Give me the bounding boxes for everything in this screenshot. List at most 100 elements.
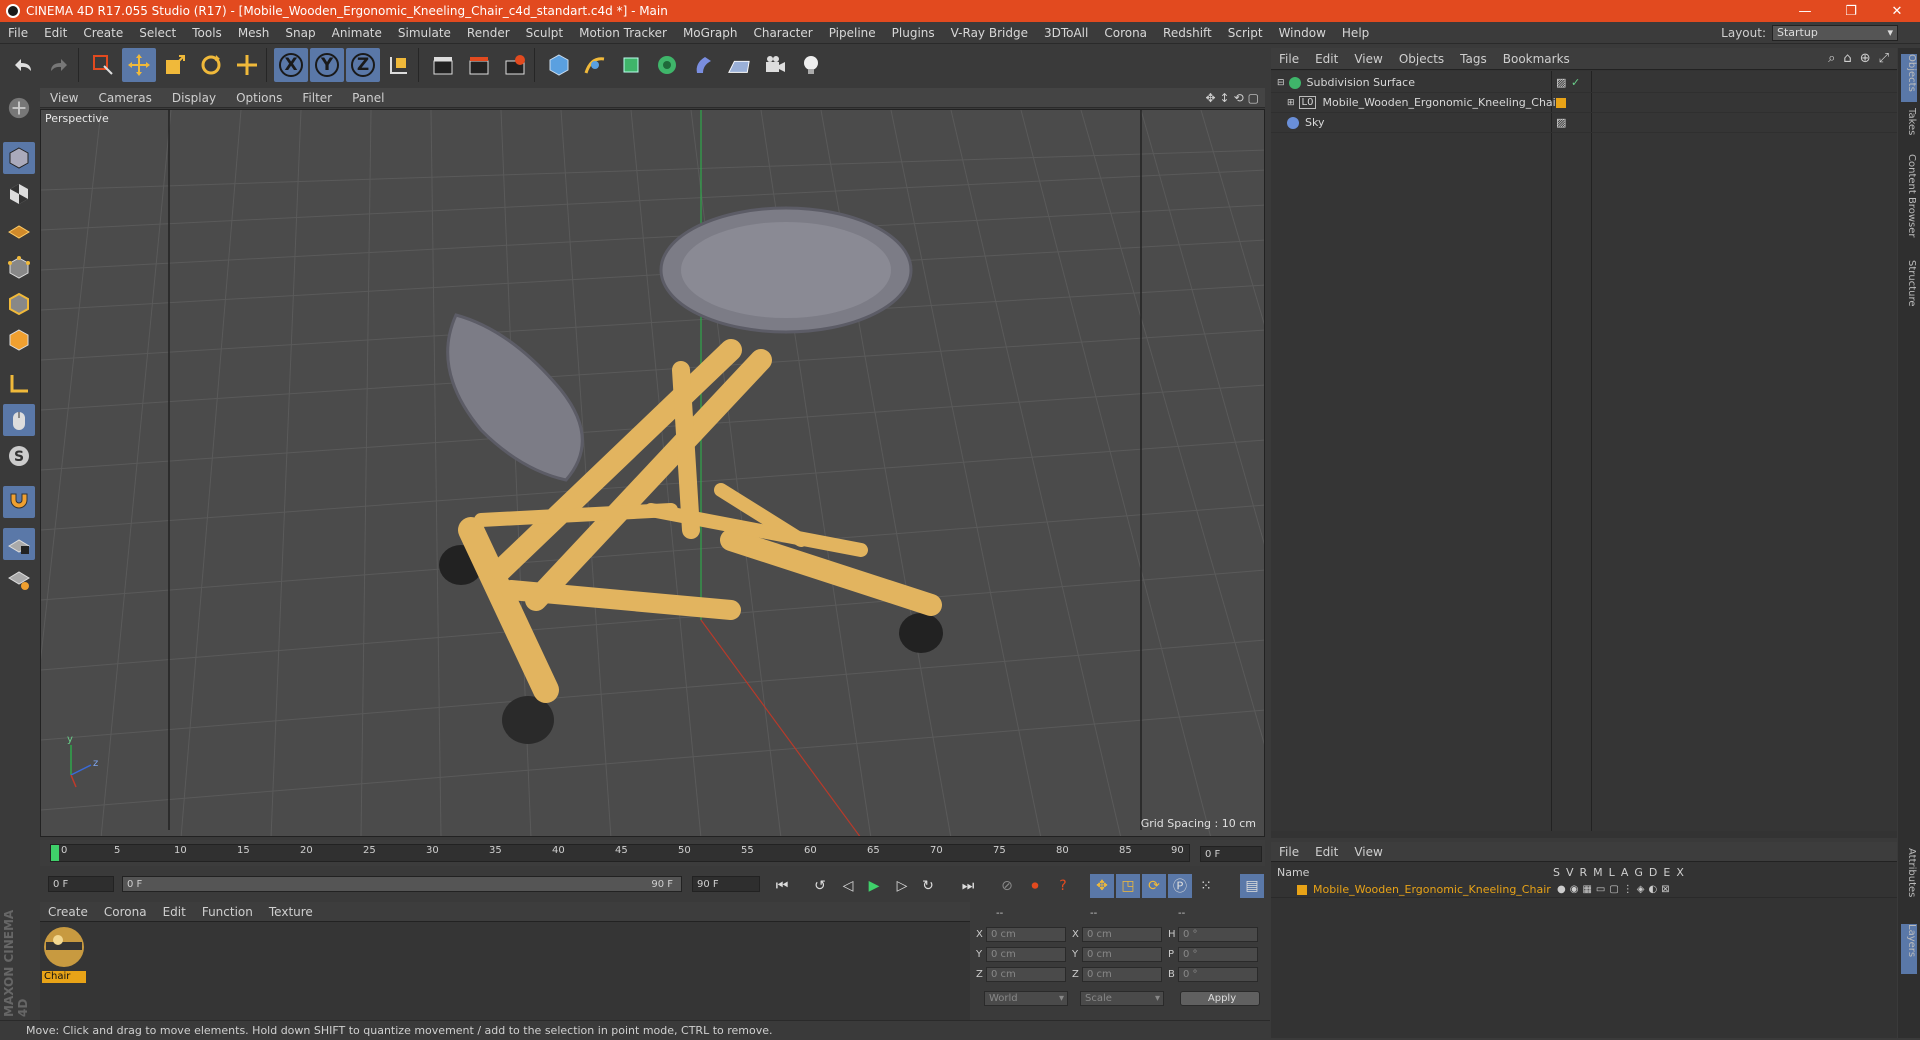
play-button[interactable]: ▶: [862, 874, 886, 898]
coord-size-z[interactable]: 0 cm: [1082, 967, 1162, 982]
go-to-start-button[interactable]: ⏮: [770, 874, 794, 898]
add-nurbs-button[interactable]: [614, 48, 648, 82]
maximize-view-icon[interactable]: ▢: [1248, 91, 1259, 105]
menu-sculpt[interactable]: Sculpt: [518, 26, 571, 40]
coord-pos-y[interactable]: 0 cm: [986, 947, 1066, 962]
material-menu-corona[interactable]: Corona: [96, 905, 155, 919]
objects-menu-objects[interactable]: Objects: [1391, 52, 1452, 66]
objects-menu-bookmarks[interactable]: Bookmarks: [1495, 52, 1578, 66]
apply-button[interactable]: Apply: [1180, 991, 1260, 1006]
move-tool-button[interactable]: [122, 48, 156, 82]
rotation-key-button[interactable]: ⟳: [1142, 874, 1166, 898]
undo-button[interactable]: [6, 48, 40, 82]
scale-tool-button[interactable]: [158, 48, 192, 82]
z-axis-lock-button[interactable]: Z: [346, 48, 380, 82]
tab-content-browser[interactable]: Content Browser: [1901, 154, 1917, 254]
add-floor-button[interactable]: [722, 48, 756, 82]
start-frame-field[interactable]: 0 F: [48, 876, 114, 892]
home-icon[interactable]: ⌂: [1843, 51, 1851, 66]
timeline-ruler[interactable]: 0 5 10 15 20 25 30 35 40 45 50 55 60 65 …: [50, 844, 1190, 862]
layer-row-chair[interactable]: Mobile_Wooden_Ergonomic_Kneeling_Chair ●…: [1271, 882, 1897, 898]
objects-menu-edit[interactable]: Edit: [1307, 52, 1346, 66]
texture-mode-button[interactable]: [3, 178, 35, 210]
scale-dropdown[interactable]: Scale ▾: [1080, 991, 1164, 1006]
coord-pos-x[interactable]: 0 cm: [986, 927, 1066, 942]
menu-create[interactable]: Create: [75, 26, 131, 40]
objects-menu-tags[interactable]: Tags: [1452, 52, 1495, 66]
add-cube-button[interactable]: [542, 48, 576, 82]
magnet-button[interactable]: [3, 486, 35, 518]
visibility-icon[interactable]: ▨: [1556, 76, 1566, 89]
object-row-subdivision[interactable]: ⊟ Subdivision Surface ▨ ✓: [1271, 73, 1897, 93]
material-menu-create[interactable]: Create: [40, 905, 96, 919]
close-button[interactable]: ✕: [1874, 0, 1920, 22]
world-dropdown[interactable]: World ▾: [984, 991, 1068, 1006]
viewport-perspective[interactable]: y z Perspective Grid Spacing : 10 cm: [40, 109, 1265, 837]
point-level-key-button[interactable]: ⁙: [1194, 874, 1218, 898]
new-view-icon[interactable]: ⊕: [1860, 51, 1871, 66]
objects-menu-file[interactable]: File: [1271, 52, 1307, 66]
search-icon[interactable]: ⌕: [1828, 51, 1835, 66]
playhead[interactable]: [51, 845, 59, 861]
go-to-end-button[interactable]: ⏭: [956, 874, 980, 898]
coord-size-y[interactable]: 0 cm: [1082, 947, 1162, 962]
minimize-button[interactable]: —: [1782, 0, 1828, 22]
coord-rot-h[interactable]: 0 °: [1178, 927, 1258, 942]
expand-icon[interactable]: ⤢: [1879, 51, 1889, 66]
render-to-picture-viewer-button[interactable]: [462, 48, 496, 82]
workplane-mode-button[interactable]: [3, 214, 35, 246]
frame-range-slider[interactable]: 0 F 90 F: [122, 876, 682, 892]
menu-edit[interactable]: Edit: [36, 26, 75, 40]
coord-rot-b[interactable]: 0 °: [1178, 967, 1258, 982]
menu-render[interactable]: Render: [459, 26, 518, 40]
tab-layers[interactable]: Layers: [1901, 924, 1917, 974]
tweak-mode-button[interactable]: [3, 404, 35, 436]
timeline-window-button[interactable]: ▤: [1240, 874, 1264, 898]
rotate-tool-button[interactable]: [194, 48, 228, 82]
menu-pipeline[interactable]: Pipeline: [821, 26, 884, 40]
render-settings-button[interactable]: [498, 48, 532, 82]
coordinate-system-button[interactable]: [382, 48, 416, 82]
x-axis-lock-button[interactable]: X: [274, 48, 308, 82]
live-selection-button[interactable]: [86, 48, 120, 82]
tab-structure[interactable]: Structure: [1901, 260, 1917, 320]
tab-attributes[interactable]: Attributes: [1901, 848, 1917, 918]
tab-takes[interactable]: Takes: [1901, 108, 1917, 148]
add-array-button[interactable]: [650, 48, 684, 82]
add-deformer-button[interactable]: [686, 48, 720, 82]
y-axis-lock-button[interactable]: Y: [310, 48, 344, 82]
layer-menu-view[interactable]: View: [1346, 845, 1390, 859]
menu-vray-bridge[interactable]: V-Ray Bridge: [943, 26, 1036, 40]
object-row-sky[interactable]: Sky ▨: [1271, 113, 1897, 133]
coord-size-x[interactable]: 0 cm: [1082, 927, 1162, 942]
menu-character[interactable]: Character: [745, 26, 820, 40]
menu-select[interactable]: Select: [131, 26, 184, 40]
visibility-icon[interactable]: ▨: [1556, 116, 1566, 129]
axis-mode-button[interactable]: [3, 368, 35, 400]
next-frame-button[interactable]: ▷: [890, 874, 914, 898]
menu-simulate[interactable]: Simulate: [390, 26, 459, 40]
polygons-mode-button[interactable]: [3, 324, 35, 356]
add-light-button[interactable]: [794, 48, 828, 82]
tab-objects[interactable]: Objects: [1901, 54, 1917, 102]
redo-button[interactable]: [42, 48, 76, 82]
collapse-icon[interactable]: ⊟: [1277, 78, 1285, 88]
position-key-button[interactable]: ✥: [1090, 874, 1114, 898]
menu-plugins[interactable]: Plugins: [884, 26, 943, 40]
viewport-menu-display[interactable]: Display: [162, 91, 226, 105]
coord-pos-z[interactable]: 0 cm: [986, 967, 1066, 982]
menu-window[interactable]: Window: [1271, 26, 1334, 40]
viewport-menu-panel[interactable]: Panel: [342, 91, 394, 105]
render-view-button[interactable]: [426, 48, 460, 82]
points-mode-button[interactable]: [3, 252, 35, 284]
object-row-chair[interactable]: ⊞ L0 Mobile_Wooden_Ergonomic_Kneeling_Ch…: [1271, 93, 1897, 113]
material-menu-function[interactable]: Function: [194, 905, 261, 919]
current-frame-field[interactable]: 0 F: [1200, 846, 1262, 862]
snap-button[interactable]: S: [3, 440, 35, 472]
make-editable-button[interactable]: [3, 92, 35, 124]
layer-menu-edit[interactable]: Edit: [1307, 845, 1346, 859]
orbit-icon[interactable]: ⟲: [1234, 91, 1244, 105]
dolly-icon[interactable]: ↕: [1220, 91, 1230, 105]
autokey-button[interactable]: ⏺: [1023, 874, 1047, 898]
menu-help[interactable]: Help: [1334, 26, 1377, 40]
